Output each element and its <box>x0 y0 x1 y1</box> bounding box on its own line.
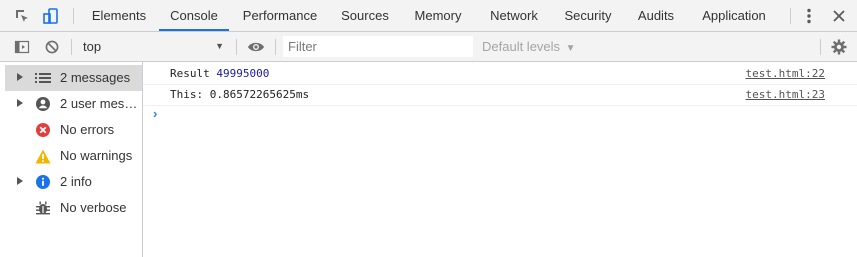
inspect-element-icon[interactable] <box>12 6 32 26</box>
source-link[interactable]: test.html:22 <box>746 63 825 85</box>
sidebar-item-label: 2 messages <box>60 70 131 85</box>
toolbar-divider <box>71 39 72 55</box>
source-link[interactable]: test.html:23 <box>746 84 825 106</box>
tab-console[interactable]: Console <box>164 0 224 31</box>
message-prefix: Result <box>170 67 217 80</box>
toolbar-divider <box>73 8 74 24</box>
tab-memory[interactable]: Memory <box>408 0 468 31</box>
info-icon <box>35 174 51 190</box>
tab-sources[interactable]: Sources <box>336 0 394 31</box>
eye-icon[interactable] <box>246 37 266 57</box>
expand-arrow-icon[interactable] <box>17 99 23 107</box>
sidebar-item-label: 2 user mess… <box>60 96 140 111</box>
sidebar-item-errors[interactable]: No errors <box>5 117 142 143</box>
tab-network[interactable]: Network <box>482 0 546 31</box>
sidebar-item-label: 2 info <box>60 174 92 189</box>
bug-icon <box>35 200 51 216</box>
toolbar-divider <box>236 39 237 55</box>
clear-console-icon[interactable] <box>42 37 62 57</box>
sidebar-item-label: No verbose <box>60 200 127 215</box>
expand-arrow-icon[interactable] <box>17 73 23 81</box>
toolbar-divider <box>820 39 821 55</box>
show-sidebar-icon[interactable] <box>12 37 32 57</box>
tab-security[interactable]: Security <box>559 0 617 31</box>
levels-label: Default levels <box>482 39 561 54</box>
device-toolbar-icon[interactable] <box>41 6 61 26</box>
sidebar-item-verbose[interactable]: No verbose <box>5 195 142 221</box>
message-text: This: 0.86572265625ms <box>170 84 309 106</box>
console-sidebar: 2 messages 2 user mess… No errors No war… <box>0 62 143 257</box>
list-icon <box>35 70 51 86</box>
sidebar-item-warnings[interactable]: No warnings <box>5 143 142 169</box>
toolbar-divider <box>790 8 791 24</box>
dropdown-arrow-icon: ▼ <box>565 43 576 54</box>
devtools-tabbar: Elements Console Performance Sources Mem… <box>0 0 857 32</box>
message-number-value: 49995000 <box>216 67 270 80</box>
context-selector[interactable]: top ▼ <box>78 36 230 57</box>
sidebar-item-label: No warnings <box>60 148 133 163</box>
console-prompt-icon[interactable]: › <box>153 106 157 121</box>
toolbar-divider <box>275 39 276 55</box>
message-prefix: This: 0.86572265625ms <box>170 88 310 101</box>
expand-arrow-icon[interactable] <box>17 177 23 185</box>
console-message: Result 49995000 test.html:22 <box>143 63 857 85</box>
context-value: top <box>83 39 102 54</box>
tab-application[interactable]: Application <box>696 0 772 31</box>
warning-icon <box>35 148 51 164</box>
active-tab-indicator <box>159 29 229 31</box>
console-toolbar: top ▼ Default levels ▼ <box>0 32 857 62</box>
more-options-icon[interactable] <box>799 6 819 26</box>
tab-performance[interactable]: Performance <box>238 0 322 31</box>
sidebar-item-info[interactable]: 2 info <box>5 169 142 195</box>
log-levels-dropdown[interactable]: Default levels ▼ <box>482 36 576 57</box>
error-icon <box>35 122 51 138</box>
sidebar-item-label: No errors <box>60 122 115 137</box>
settings-gear-icon[interactable] <box>829 37 849 57</box>
dropdown-arrow-icon: ▼ <box>215 41 224 51</box>
filter-input[interactable] <box>283 36 473 57</box>
tab-audits[interactable]: Audits <box>631 0 681 31</box>
close-icon[interactable] <box>829 6 849 26</box>
user-icon <box>35 96 51 112</box>
sidebar-item-user-messages[interactable]: 2 user mess… <box>5 91 142 117</box>
message-text: Result 49995000 <box>170 63 269 85</box>
sidebar-item-messages[interactable]: 2 messages <box>5 65 142 91</box>
console-output: Result 49995000 test.html:22 This: 0.865… <box>143 62 857 257</box>
tab-elements[interactable]: Elements <box>88 0 150 31</box>
console-message: This: 0.86572265625ms test.html:23 <box>143 84 857 106</box>
